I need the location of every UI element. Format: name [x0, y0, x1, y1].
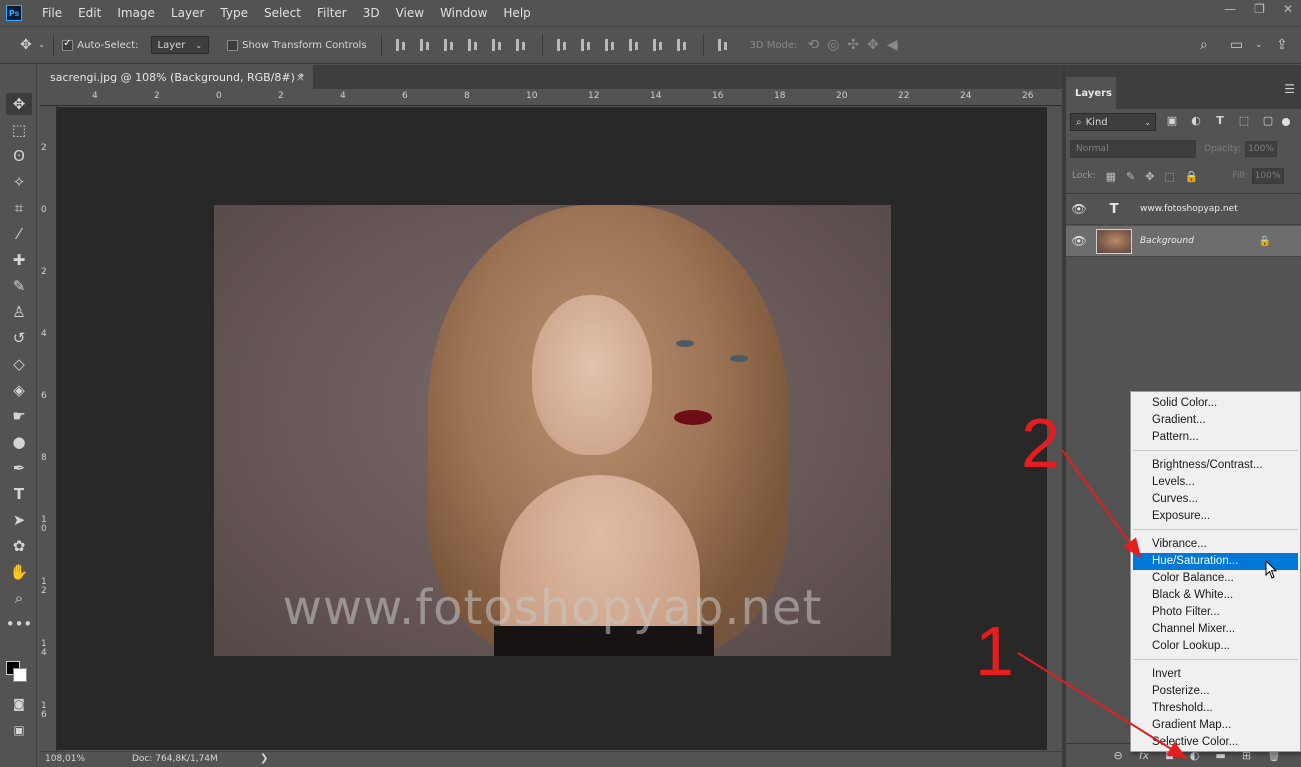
step-2-label: 2: [1021, 404, 1060, 482]
arrow-step-2: [1061, 449, 1142, 559]
arrow-step-1: [1017, 652, 1188, 760]
mouse-cursor-icon: [1265, 560, 1278, 579]
annotation-overlay: [1017, 449, 1188, 760]
step-1-label: 1: [975, 612, 1014, 690]
